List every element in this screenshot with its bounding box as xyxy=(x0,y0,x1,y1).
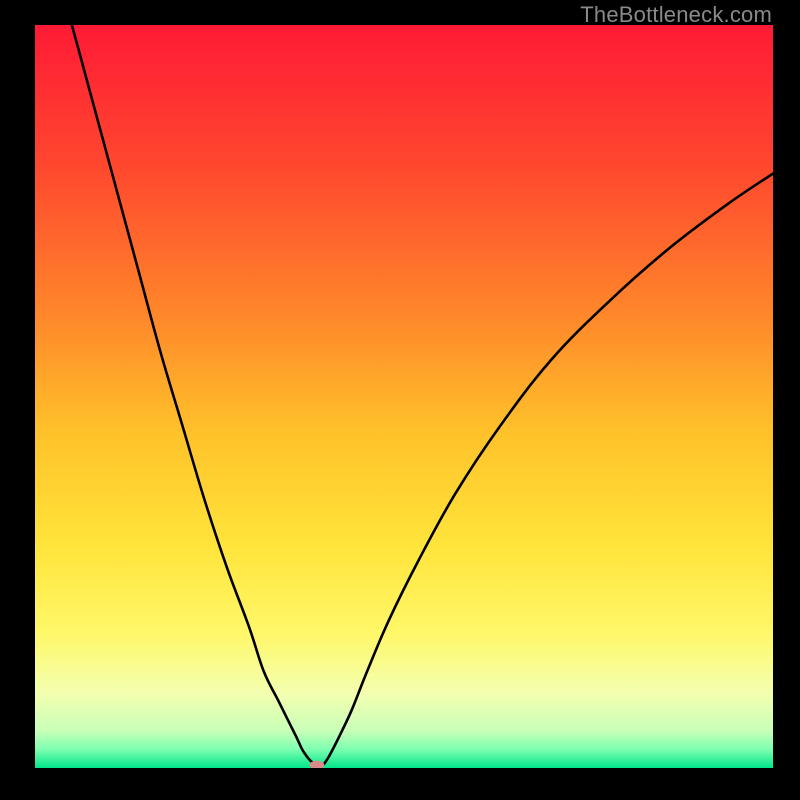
gradient-background xyxy=(35,25,773,768)
plot-area xyxy=(35,25,773,768)
chart-frame: TheBottleneck.com xyxy=(0,0,800,800)
watermark-text: TheBottleneck.com xyxy=(580,2,772,28)
chart-svg xyxy=(35,25,773,768)
